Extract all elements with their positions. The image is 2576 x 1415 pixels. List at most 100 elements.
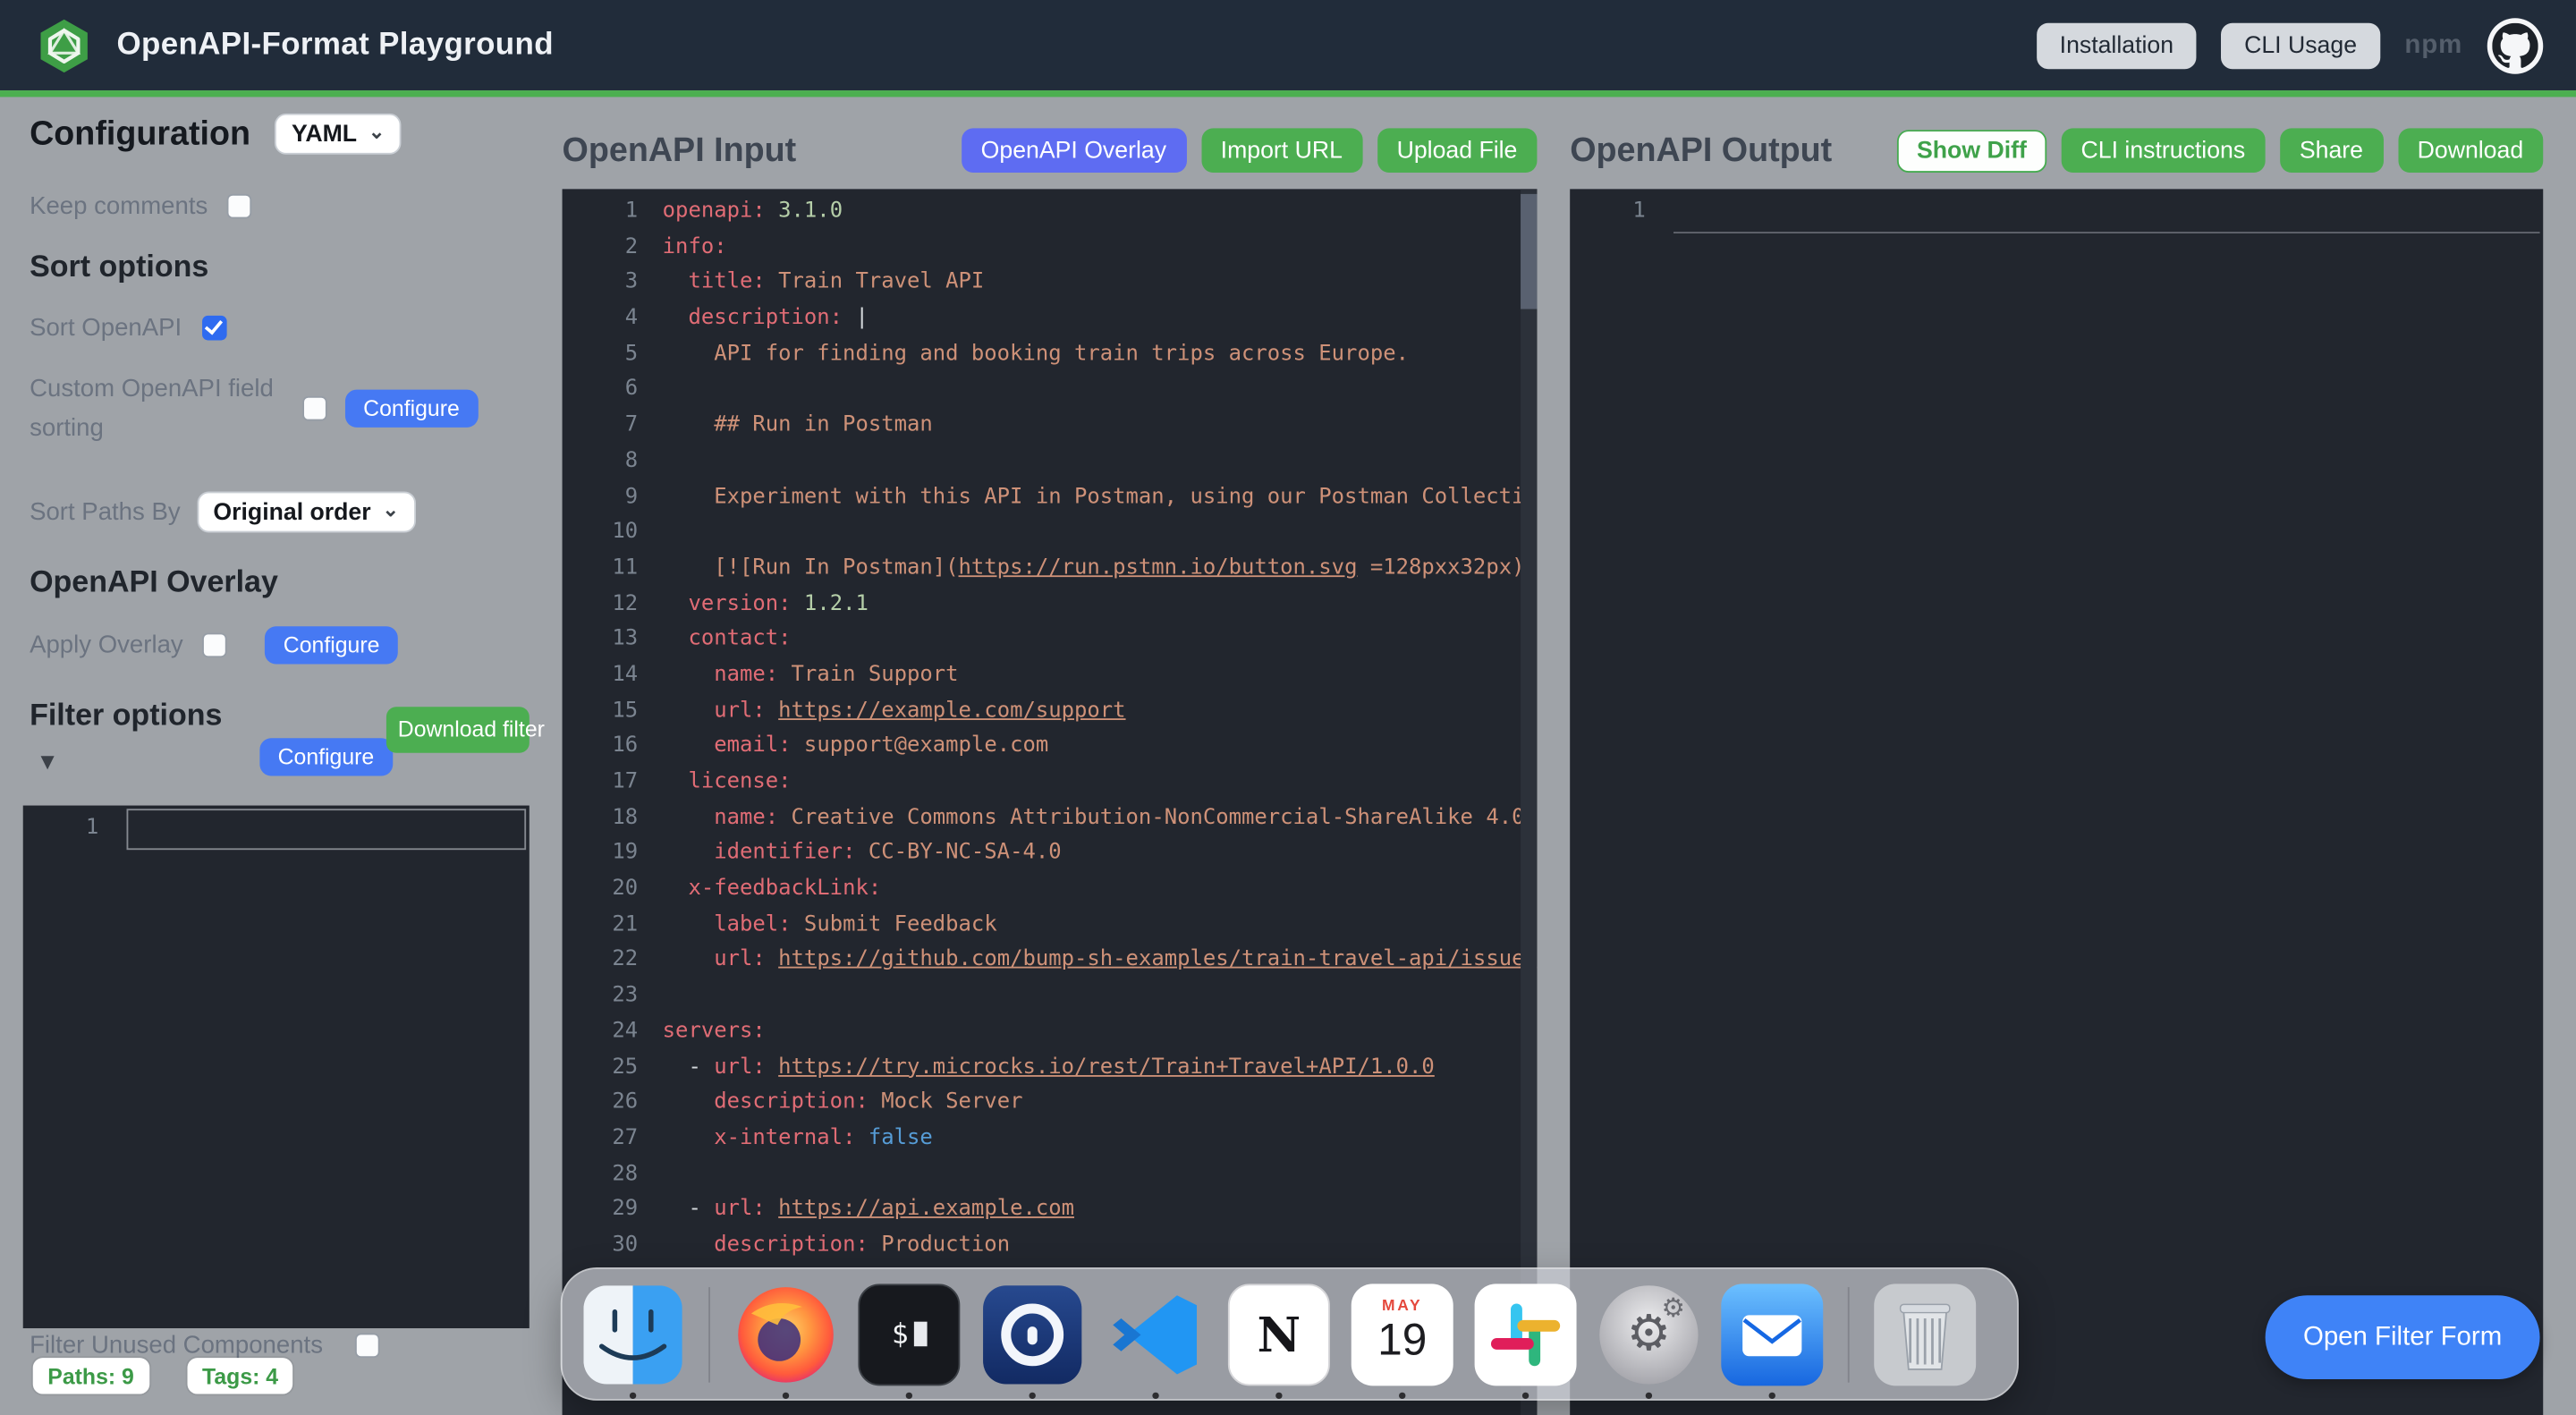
openapi-format-playground: OpenAPI-Format Playground Installation C… — [0, 0, 2576, 1415]
chevron-down-icon: ⌄ — [369, 119, 385, 142]
filter-options-heading: Filter options — [30, 697, 222, 733]
firefox-icon[interactable] — [735, 1283, 837, 1385]
input-panel-header: OpenAPI Input OpenAPI Overlay Import URL… — [563, 125, 1538, 176]
configuration-heading: Configuration — [30, 114, 250, 154]
openapi-output-editor[interactable]: 1 — [1570, 189, 2543, 1415]
calendar-icon[interactable]: MAY 19 — [1352, 1283, 1453, 1385]
terminal-icon[interactable]: $ — [858, 1283, 960, 1385]
sort-paths-select[interactable]: Original order ⌄ — [197, 492, 415, 533]
apply-overlay-checkbox[interactable] — [203, 633, 228, 658]
tags-badge: Tags: 4 — [188, 1358, 293, 1394]
custom-sort-configure-button[interactable]: Configure — [345, 390, 478, 428]
sort-paths-label: Sort Paths By — [30, 498, 181, 526]
mail-icon[interactable] — [1721, 1283, 1823, 1385]
github-icon[interactable] — [2487, 17, 2543, 72]
slack-icon[interactable] — [1475, 1283, 1577, 1385]
running-indicator — [906, 1392, 912, 1398]
apply-overlay-label: Apply Overlay — [30, 631, 183, 659]
dock-divider — [1848, 1286, 1850, 1382]
show-diff-button[interactable]: Show Diff — [1897, 129, 2046, 172]
input-editor-content: 1openapi: 3.1.02info:3 title: Train Trav… — [563, 189, 1538, 1415]
running-indicator — [783, 1392, 789, 1398]
openapi-overlay-heading: OpenAPI Overlay — [30, 563, 278, 599]
running-indicator — [1275, 1392, 1282, 1398]
output-editor-cursor — [1674, 232, 2540, 233]
gear-icon: ⚙ ⚙ — [1599, 1284, 1698, 1383]
sort-openapi-checkbox[interactable] — [201, 316, 226, 341]
filter-unused-row: Filter Unused Components — [30, 1332, 380, 1360]
filter-unused-label: Filter Unused Components — [30, 1332, 323, 1360]
output-panel-header: OpenAPI Output Show Diff CLI instruction… — [1570, 125, 2543, 176]
editor-scrollbar[interactable] — [1521, 189, 1537, 1415]
share-button[interactable]: Share — [2280, 128, 2383, 173]
filter-unused-checkbox[interactable] — [356, 1334, 381, 1359]
download-filter-button[interactable]: Download filter — [386, 707, 530, 752]
terminal-window: $ — [858, 1283, 960, 1385]
upload-file-button[interactable]: Upload File — [1377, 128, 1538, 173]
running-indicator — [1646, 1392, 1652, 1398]
custom-sort-checkbox[interactable] — [302, 396, 327, 421]
app-title: OpenAPI-Format Playground — [116, 27, 553, 63]
running-indicator — [1399, 1392, 1405, 1398]
keep-comments-checkbox[interactable] — [227, 194, 252, 219]
running-indicator — [1030, 1392, 1036, 1398]
filter-editor[interactable]: 1 — [23, 806, 530, 1328]
notion-letter: N — [1228, 1283, 1330, 1385]
download-button[interactable]: Download — [2398, 128, 2544, 173]
macos-dock: $ N MAY — [561, 1267, 2019, 1401]
filter-configure-button[interactable]: Configure — [259, 738, 392, 775]
gear-small-icon: ⚙ — [1661, 1292, 1684, 1325]
sort-paths-row: Sort Paths By Original order ⌄ — [30, 492, 415, 533]
custom-sort-row: Custom OpenAPI field sorting Configure — [30, 370, 532, 448]
top-navbar: OpenAPI-Format Playground Installation C… — [0, 0, 2576, 90]
filter-editor-content: 1 — [23, 806, 530, 1328]
configuration-sidebar: Configuration YAML ⌄ Keep comments Sort … — [23, 97, 536, 1415]
keep-comments-row: Keep comments — [30, 192, 252, 220]
filter-editor-cursor — [127, 809, 527, 850]
terminal-cursor — [913, 1322, 927, 1347]
sort-options-heading: Sort options — [30, 249, 208, 284]
notion-icon[interactable]: N — [1228, 1283, 1330, 1385]
mail-tile — [1721, 1283, 1823, 1385]
sort-openapi-label: Sort OpenAPI — [30, 314, 182, 342]
running-indicator — [1522, 1392, 1529, 1398]
running-indicator — [1769, 1392, 1775, 1398]
npm-logo-icon[interactable]: npm — [2404, 30, 2462, 60]
1password-icon[interactable] — [981, 1283, 1083, 1385]
format-select[interactable]: YAML ⌄ — [275, 114, 402, 155]
collapse-triangle-icon[interactable]: ▼ — [36, 748, 58, 774]
navbar-actions: Installation CLI Usage npm — [2037, 17, 2543, 72]
output-editor-content: 1 — [1570, 189, 2543, 1415]
chevron-down-icon: ⌄ — [383, 497, 399, 521]
app-logo-icon — [33, 14, 96, 77]
running-indicator — [1152, 1392, 1158, 1398]
keep-comments-label: Keep comments — [30, 192, 208, 220]
calendar-month: MAY — [1382, 1296, 1422, 1314]
cli-usage-button[interactable]: CLI Usage — [2221, 22, 2379, 68]
paths-badge: Paths: 9 — [33, 1358, 149, 1394]
format-select-value: YAML — [292, 121, 357, 147]
configuration-row: Configuration YAML ⌄ — [30, 114, 402, 155]
open-filter-form-button[interactable]: Open Filter Form — [2266, 1295, 2540, 1379]
apply-overlay-row: Apply Overlay Configure — [30, 626, 398, 664]
running-indicator — [630, 1392, 636, 1398]
accent-divider — [0, 90, 2576, 97]
editor-scrollbar-thumb[interactable] — [1521, 194, 1537, 309]
sort-paths-select-value: Original order — [213, 499, 370, 525]
installation-button[interactable]: Installation — [2037, 22, 2197, 68]
dock-divider — [708, 1286, 710, 1382]
custom-sort-label: Custom OpenAPI field sorting — [30, 370, 279, 448]
calendar-face: MAY 19 — [1352, 1283, 1453, 1385]
finder-icon[interactable] — [582, 1283, 684, 1385]
calendar-day: 19 — [1377, 1314, 1427, 1365]
import-url-button[interactable]: Import URL — [1201, 128, 1362, 173]
cli-instructions-button[interactable]: CLI instructions — [2061, 128, 2265, 173]
vscode-icon[interactable] — [1105, 1283, 1207, 1385]
openapi-input-editor[interactable]: 1openapi: 3.1.02info:3 title: Train Trav… — [563, 189, 1538, 1415]
system-settings-icon[interactable]: ⚙ ⚙ — [1597, 1283, 1699, 1385]
sort-openapi-row: Sort OpenAPI — [30, 314, 226, 342]
apply-overlay-configure-button[interactable]: Configure — [266, 626, 398, 664]
openapi-overlay-button[interactable]: OpenAPI Overlay — [962, 128, 1186, 173]
output-panel-heading: OpenAPI Output — [1570, 131, 1832, 170]
trash-icon[interactable] — [1874, 1283, 1976, 1385]
